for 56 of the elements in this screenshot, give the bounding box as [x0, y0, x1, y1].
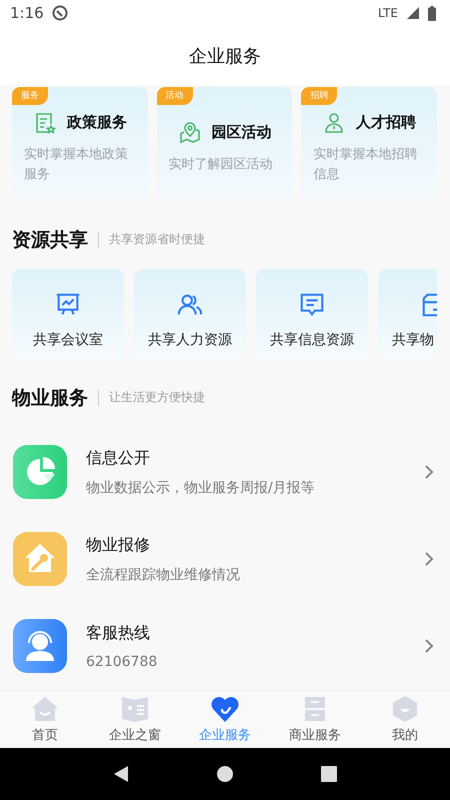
card-tag: 活动 — [156, 86, 193, 105]
resource-label: 共享信息资源 — [270, 330, 354, 349]
service-title: 客服热线 — [86, 622, 151, 644]
service-row[interactable]: 客服热线 62106788 — [0, 602, 450, 690]
resource-label: 共享人力资源 — [148, 330, 232, 349]
service-description: 全流程跟踪物业维修情况 — [86, 566, 241, 584]
card-title: 园区活动 — [212, 123, 272, 142]
service-description: 62106788 — [86, 654, 158, 670]
do-not-disturb-icon — [52, 5, 68, 22]
card-description: 实时了解园区活动 — [168, 156, 274, 174]
resource-card[interactable]: 共享物 — [378, 268, 437, 363]
heart-icon — [210, 694, 240, 724]
service-row[interactable]: 信息公开 物业数据公示，物业服务周报/月报等 — [0, 428, 450, 516]
card-tag: 招聘 — [301, 86, 338, 105]
resource-label: 共享会议室 — [33, 330, 103, 349]
nav-tab[interactable]: 企业之窗 — [90, 690, 180, 748]
service-title: 物业报修 — [86, 534, 151, 556]
card-title: 人才招聘 — [356, 113, 416, 132]
resource-card[interactable]: 共享会议室 — [12, 268, 124, 363]
service-row[interactable]: 物业报修 全流程跟踪物业维修情况 — [0, 516, 450, 603]
signal-icon — [406, 6, 420, 20]
resource-card[interactable]: 共享人力资源 — [134, 268, 246, 363]
section-title: 物业服务 — [12, 386, 88, 411]
chevron-right-icon — [424, 638, 434, 654]
book-icon — [120, 694, 150, 724]
nav-tab[interactable]: 首页 — [0, 690, 90, 748]
hexagon-icon — [390, 694, 420, 724]
card-description: 实时掌握本地政策服务 — [24, 146, 129, 184]
recents-icon[interactable] — [320, 766, 337, 782]
battery-icon — [428, 6, 436, 21]
house-wrench-icon — [13, 532, 67, 586]
feature-card[interactable]: 招聘 人才招聘 实时掌握本地招聘信息 — [301, 86, 438, 201]
status-time: 1:16 — [10, 4, 44, 22]
back-icon[interactable] — [113, 765, 130, 784]
pie-chart-icon — [13, 445, 67, 500]
nav-tab[interactable]: 商业服务 — [270, 690, 360, 748]
chevron-right-icon — [424, 551, 434, 568]
service-description: 物业数据公示，物业服务周报/月报等 — [86, 478, 316, 497]
page-title: 企业服务 — [189, 44, 261, 68]
nav-tab[interactable]: 我的 — [360, 690, 450, 748]
chevron-right-icon — [424, 464, 434, 480]
section-title: 资源共享 — [12, 228, 88, 253]
feature-card[interactable]: 活动 园区活动 实时了解园区活动 — [156, 86, 292, 201]
network-type: LTE — [378, 6, 398, 20]
card-description: 实时掌握本地招聘信息 — [313, 146, 418, 184]
resource-label: 共享物 — [392, 330, 434, 349]
feature-card[interactable]: 服务 政策服务 实时掌握本地政策服务 — [12, 86, 148, 201]
resource-card[interactable]: 共享信息资源 — [256, 268, 368, 363]
section-subtitle: 让生活更方便快捷 — [109, 389, 205, 406]
card-title: 政策服务 — [66, 113, 127, 132]
service-title: 信息公开 — [86, 448, 151, 469]
map-pin-icon — [178, 120, 202, 145]
card-tag: 服务 — [12, 86, 48, 105]
home-button-icon[interactable] — [216, 765, 234, 784]
section-subtitle: 共享资源省时便捷 — [109, 231, 205, 248]
headset-icon — [13, 619, 67, 674]
